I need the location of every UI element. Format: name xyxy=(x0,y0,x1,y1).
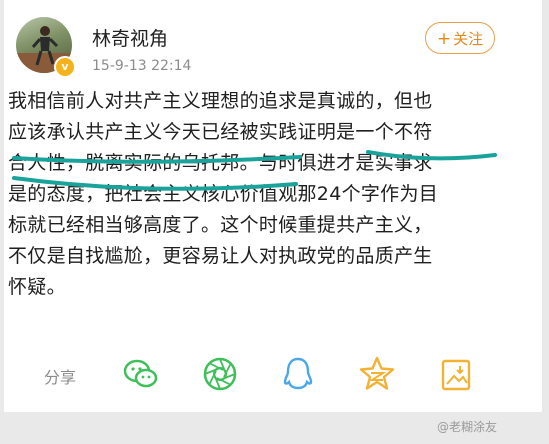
plus-icon: + xyxy=(436,29,452,49)
moments-share-button[interactable] xyxy=(200,354,240,394)
follow-button[interactable]: + 关注 xyxy=(425,22,495,54)
qzone-icon xyxy=(359,356,395,390)
verified-badge-icon: v xyxy=(54,56,76,78)
share-label: 分享 xyxy=(44,368,77,387)
save-image-button[interactable] xyxy=(436,354,476,394)
qq-icon xyxy=(283,357,313,390)
moments-icon xyxy=(203,357,237,391)
qq-share-button[interactable] xyxy=(278,354,318,394)
post-body-text: 我相信前人对共产主义理想的追求是真诚的，但也 应该承认共产主义今天已经被实践证明… xyxy=(8,90,439,298)
wechat-share-button[interactable] xyxy=(121,354,161,394)
follow-label: 关注 xyxy=(453,30,484,48)
qzone-share-button[interactable] xyxy=(357,354,397,394)
wechat-icon xyxy=(123,359,158,388)
save-image-icon xyxy=(441,359,471,391)
watermark: @老糊涂友 xyxy=(437,420,498,434)
post-timestamp: 15-9-13 22:14 xyxy=(92,58,192,74)
username[interactable]: 林奇视角 xyxy=(92,24,168,51)
